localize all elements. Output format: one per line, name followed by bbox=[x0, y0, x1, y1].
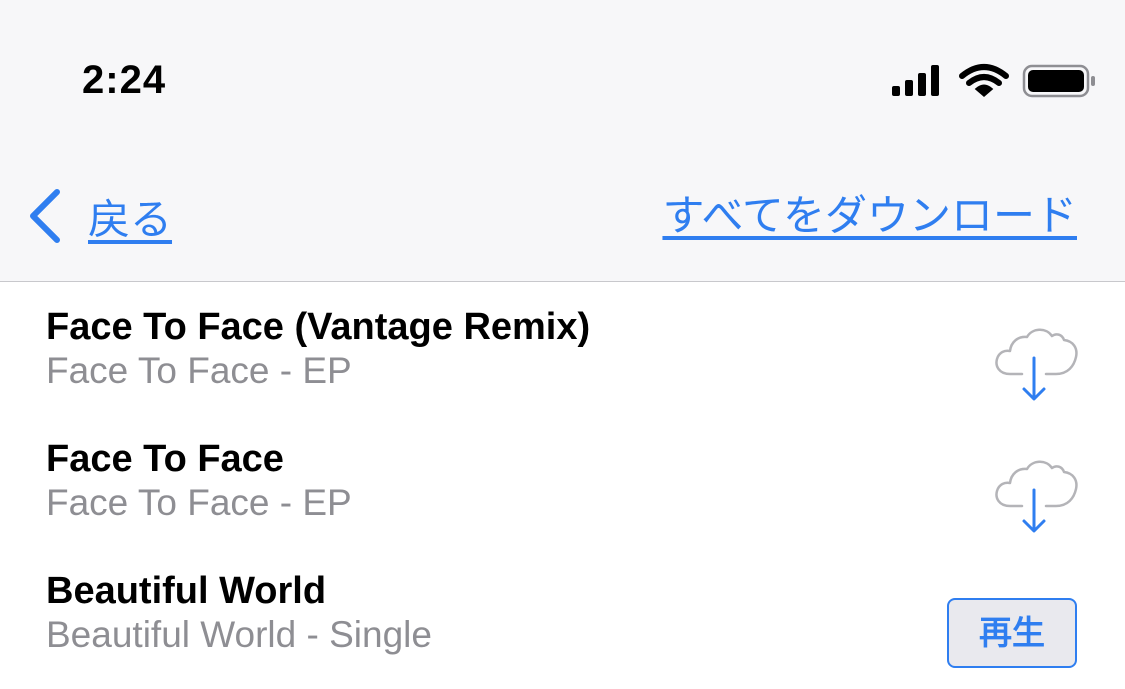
battery-icon bbox=[1022, 64, 1095, 98]
navigation-header: 2:24 戻る すべてをダウンロード bbox=[0, 0, 1125, 282]
track-title: Face To Face bbox=[46, 438, 284, 480]
track-row[interactable]: Face To Face (Vantage Remix) Face To Fac… bbox=[0, 298, 1125, 430]
back-button-label: 戻る bbox=[88, 195, 173, 243]
track-subtitle: Beautiful World - Single bbox=[46, 614, 432, 655]
chevron-left-icon bbox=[30, 189, 60, 243]
cloud-download-icon bbox=[995, 328, 1078, 401]
track-subtitle: Face To Face - EP bbox=[46, 350, 352, 391]
back-button[interactable]: 戻る bbox=[26, 186, 172, 246]
track-title: Beautiful World bbox=[46, 570, 327, 612]
download-all-button[interactable]: すべてをダウンロード bbox=[662, 186, 1077, 246]
wifi-icon bbox=[959, 64, 1009, 97]
cellular-signal-icon bbox=[892, 65, 939, 96]
cloud-download-button[interactable] bbox=[994, 322, 1078, 402]
cloud-download-icon bbox=[995, 460, 1078, 533]
track-title: Face To Face (Vantage Remix) bbox=[46, 306, 591, 348]
track-row[interactable]: Face To Face Face To Face - EP bbox=[0, 430, 1125, 562]
track-row[interactable]: Beautiful World Beautiful World - Single… bbox=[0, 562, 1125, 689]
status-time: 2:24 bbox=[82, 58, 167, 102]
status-icons bbox=[890, 62, 1100, 102]
cloud-download-button[interactable] bbox=[994, 454, 1078, 534]
track-subtitle: Face To Face - EP bbox=[46, 482, 352, 523]
screen: 2:24 戻る すべてをダウンロード Face To Face (Vantage… bbox=[0, 0, 1125, 689]
play-button[interactable]: 再生 bbox=[947, 598, 1077, 668]
